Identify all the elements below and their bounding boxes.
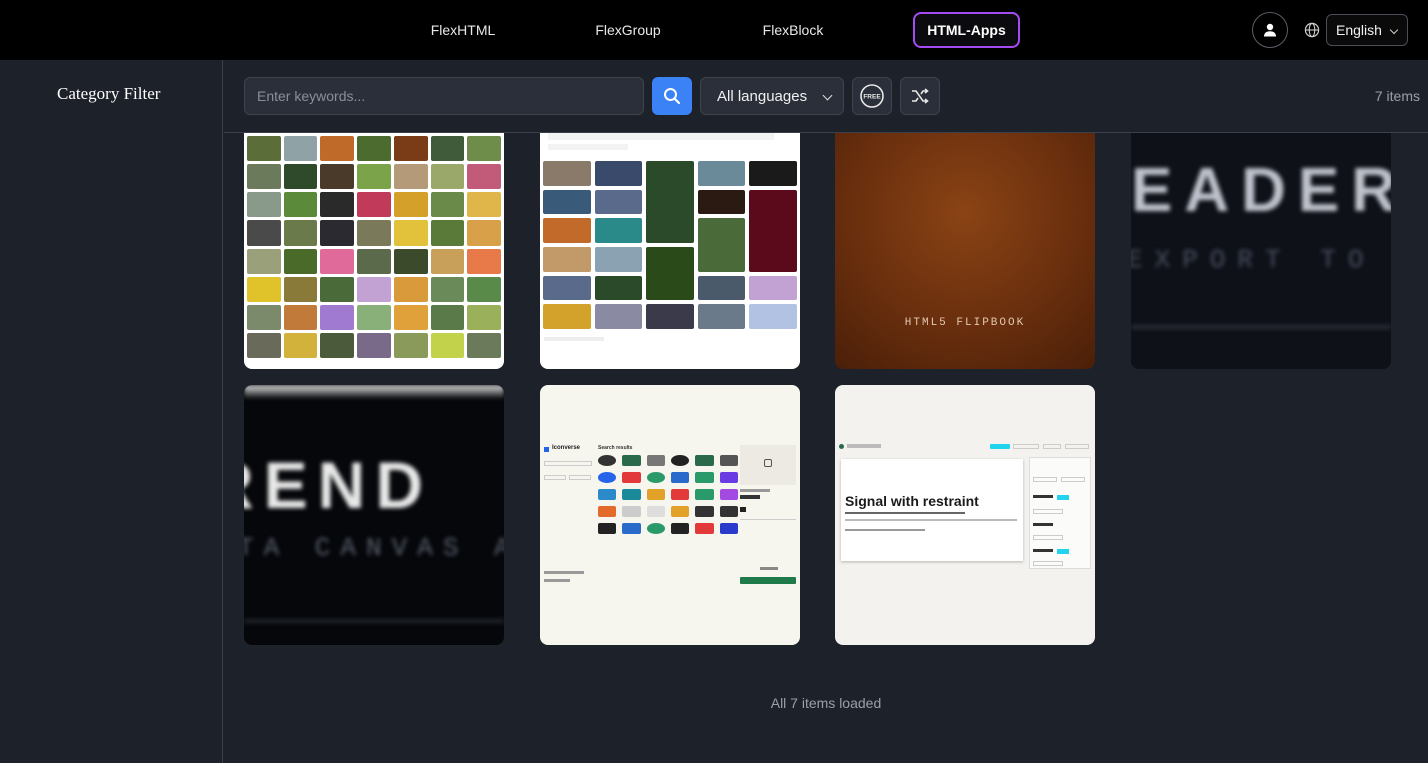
reader-overlay-title: EADER xyxy=(1131,156,1391,225)
typography-headline: Signal with restraint xyxy=(845,493,979,509)
app-card-icon-search[interactable]: Iconverse Search results xyxy=(540,385,800,645)
app-gallery: HTML5 FLIPBOOK EADER EXPORT TO V REND TA… xyxy=(224,133,1428,763)
top-navigation-bar: FlexHTML FlexGroup FlexBlock HTML-Apps E… xyxy=(0,0,1428,60)
language-filter-value: All languages xyxy=(717,87,808,105)
app-card-flower-gallery[interactable] xyxy=(244,133,504,369)
tab-flexblock[interactable]: FlexBlock xyxy=(748,12,838,48)
language-filter-select[interactable]: All languages xyxy=(700,77,844,115)
search-toolbar: All languages FREE 7 items xyxy=(224,60,1428,133)
app-card-typography-tool[interactable]: Signal with restraint xyxy=(835,385,1095,645)
app-card-photo-search[interactable] xyxy=(540,133,800,369)
sidebar: Category Filter xyxy=(0,60,223,763)
items-count: 7 items xyxy=(1374,88,1420,104)
search-button[interactable] xyxy=(652,77,692,115)
search-icon xyxy=(664,88,681,105)
render-overlay-subtitle: TA CANVAS AS xyxy=(244,533,504,563)
user-account-button[interactable] xyxy=(1252,12,1288,48)
icon-app-name: Iconverse xyxy=(552,445,581,451)
free-badge-label: FREE xyxy=(863,94,881,101)
tab-flexhtml[interactable]: FlexHTML xyxy=(418,12,508,48)
app-card-render[interactable]: REND TA CANVAS AS xyxy=(244,385,504,645)
search-input[interactable] xyxy=(244,77,644,115)
render-overlay-title: REND xyxy=(244,448,434,522)
app-card-reader[interactable]: EADER EXPORT TO V xyxy=(1131,133,1391,369)
reader-overlay-subtitle: EXPORT TO V xyxy=(1131,245,1391,275)
flower-gallery-thumbnail xyxy=(244,133,504,369)
photo-search-thumbnail xyxy=(540,133,800,369)
icon-search-thumbnail: Iconverse Search results xyxy=(540,385,800,645)
free-badge-icon: FREE xyxy=(860,84,884,108)
typography-thumbnail: Signal with restraint xyxy=(835,385,1095,645)
free-filter-button[interactable]: FREE xyxy=(852,77,892,115)
user-icon xyxy=(1264,23,1276,37)
icon-search-heading: Search results xyxy=(598,445,633,451)
chevron-down-icon xyxy=(822,90,833,101)
shuffle-button[interactable] xyxy=(900,77,940,115)
tab-html-apps[interactable]: HTML-Apps xyxy=(913,12,1020,48)
sidebar-title: Category Filter xyxy=(57,84,161,103)
chevron-down-icon xyxy=(1389,25,1399,35)
load-status: All 7 items loaded xyxy=(770,695,882,711)
flipbook-overlay-text: HTML5 FLIPBOOK xyxy=(904,317,1026,329)
globe-icon xyxy=(1304,22,1320,38)
app-card-html5-flipbook[interactable]: HTML5 FLIPBOOK xyxy=(835,133,1095,369)
language-select-value: English xyxy=(1336,22,1382,38)
tab-flexgroup[interactable]: FlexGroup xyxy=(583,12,673,48)
shuffle-icon xyxy=(912,88,929,104)
language-select[interactable]: English xyxy=(1326,14,1408,46)
